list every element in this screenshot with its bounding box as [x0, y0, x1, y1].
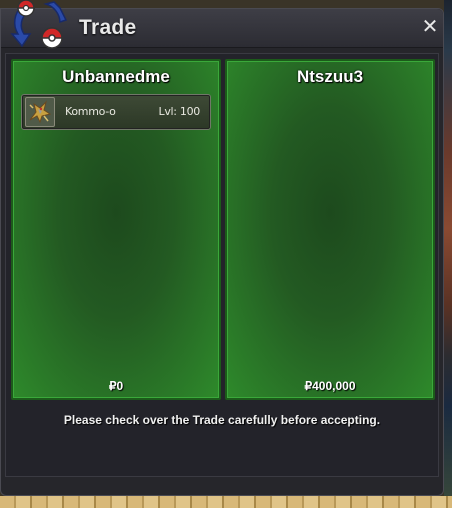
trade-content: Unbannedme Kommo-o Lvl: 100 ₽0 Ntszuu3 ₽…: [5, 53, 439, 477]
trade-logo-icon: [10, 0, 68, 49]
trade-window: Trade ✕ Unbannedme Kommo-o Lvl: 100 ₽0 N…: [0, 8, 444, 496]
background-scene: [444, 0, 452, 508]
background-floor: [0, 496, 452, 508]
close-icon[interactable]: ✕: [419, 15, 441, 37]
offer-panel-right: Ntszuu3 ₽400,000: [225, 59, 435, 400]
offer-panel-left: Unbannedme Kommo-o Lvl: 100 ₽0: [11, 59, 221, 400]
player-name-left: Unbannedme: [62, 67, 170, 86]
trade-item[interactable]: Kommo-o Lvl: 100: [21, 94, 211, 130]
player-name-right: Ntszuu3: [296, 67, 364, 86]
trade-notice: Please check over the Trade carefully be…: [63, 413, 381, 427]
window-title: Trade: [79, 16, 137, 39]
item-level: Lvl: 100: [158, 105, 201, 118]
item-name: Kommo-o: [65, 105, 116, 118]
money-left: ₽0: [108, 379, 124, 393]
pokemon-sprite-icon: [25, 97, 55, 127]
money-right: ₽400,000: [304, 379, 356, 393]
